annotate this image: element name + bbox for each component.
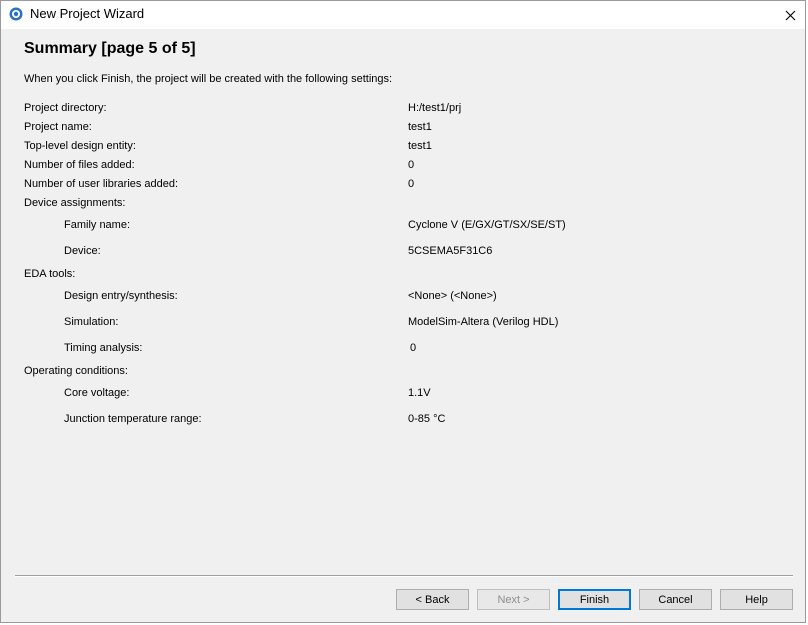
title-bar: New Project Wizard bbox=[1, 1, 805, 29]
setting-row-user-libraries: Number of user libraries added: 0 bbox=[7, 178, 797, 194]
setting-label: Simulation: bbox=[64, 316, 119, 328]
quartus-app-icon bbox=[9, 7, 23, 21]
section-label: Operating conditions: bbox=[24, 365, 128, 377]
setting-value: test1 bbox=[408, 121, 432, 133]
setting-row-design-entry: Design entry/synthesis: <None> (<None>) bbox=[7, 290, 797, 306]
page-title: Summary [page 5 of 5] bbox=[24, 40, 196, 57]
setting-row-files-added: Number of files added: 0 bbox=[7, 159, 797, 175]
setting-value: <None> (<None>) bbox=[408, 290, 497, 302]
setting-row-timing-analysis: Timing analysis: 0 bbox=[7, 342, 797, 358]
help-button[interactable]: Help bbox=[720, 589, 793, 610]
setting-value: 0 bbox=[410, 342, 417, 354]
setting-row-core-voltage: Core voltage: 1.1V bbox=[7, 387, 797, 403]
setting-row-project-name: Project name: test1 bbox=[7, 121, 797, 137]
setting-row-family-name: Family name: Cyclone V (E/GX/GT/SX/SE/ST… bbox=[7, 219, 797, 235]
back-button[interactable]: < Back bbox=[396, 589, 469, 610]
setting-label: Device: bbox=[64, 245, 101, 257]
setting-label: Top-level design entity: bbox=[24, 140, 136, 152]
setting-value: 0-85 °C bbox=[408, 413, 446, 425]
setting-value: 0 bbox=[408, 159, 415, 171]
setting-value: 1.1V bbox=[408, 387, 431, 399]
setting-label: Project name: bbox=[24, 121, 92, 133]
close-icon bbox=[785, 10, 795, 20]
intro-text: When you click Finish, the project will … bbox=[24, 73, 393, 85]
setting-row-eda-tools: EDA tools: bbox=[7, 268, 797, 284]
setting-label: Core voltage: bbox=[64, 387, 130, 399]
wizard-window: New Project Wizard Summary [page 5 of 5]… bbox=[0, 0, 806, 623]
setting-value: 5CSEMA5F31C6 bbox=[408, 245, 493, 257]
setting-label: Number of files added: bbox=[24, 159, 135, 171]
setting-value: 0 bbox=[408, 178, 415, 190]
wizard-content: Summary [page 5 of 5] When you click Fin… bbox=[7, 29, 797, 578]
setting-row-junction-temperature: Junction temperature range: 0-85 °C bbox=[7, 413, 797, 429]
setting-row-device-assignments: Device assignments: bbox=[7, 197, 797, 213]
setting-label: Number of user libraries added: bbox=[24, 178, 179, 190]
setting-label: Design entry/synthesis: bbox=[64, 290, 178, 302]
setting-label: Project directory: bbox=[24, 102, 107, 114]
setting-label: Junction temperature range: bbox=[64, 413, 202, 425]
cancel-button[interactable]: Cancel bbox=[639, 589, 712, 610]
setting-label: Timing analysis: bbox=[64, 342, 143, 354]
setting-row-device: Device: 5CSEMA5F31C6 bbox=[7, 245, 797, 261]
setting-row-top-level-entity: Top-level design entity: test1 bbox=[7, 140, 797, 156]
window-title: New Project Wizard bbox=[30, 6, 145, 21]
setting-row-project-directory: Project directory: H:/test1/prj bbox=[7, 102, 797, 118]
setting-value: Cyclone V (E/GX/GT/SX/SE/ST) bbox=[408, 219, 566, 231]
setting-label: Family name: bbox=[64, 219, 131, 231]
button-separator bbox=[15, 575, 793, 577]
setting-value: test1 bbox=[408, 140, 432, 152]
setting-value: ModelSim-Altera (Verilog HDL) bbox=[408, 316, 559, 328]
finish-button[interactable]: Finish bbox=[558, 589, 631, 610]
close-button[interactable] bbox=[775, 1, 805, 29]
section-label: EDA tools: bbox=[24, 268, 76, 280]
setting-value: H:/test1/prj bbox=[408, 102, 462, 114]
section-label: Device assignments: bbox=[24, 197, 126, 209]
setting-row-simulation: Simulation: ModelSim-Altera (Verilog HDL… bbox=[7, 316, 797, 332]
next-button[interactable]: Next > bbox=[477, 589, 550, 610]
setting-row-operating-conditions: Operating conditions: bbox=[7, 365, 797, 381]
